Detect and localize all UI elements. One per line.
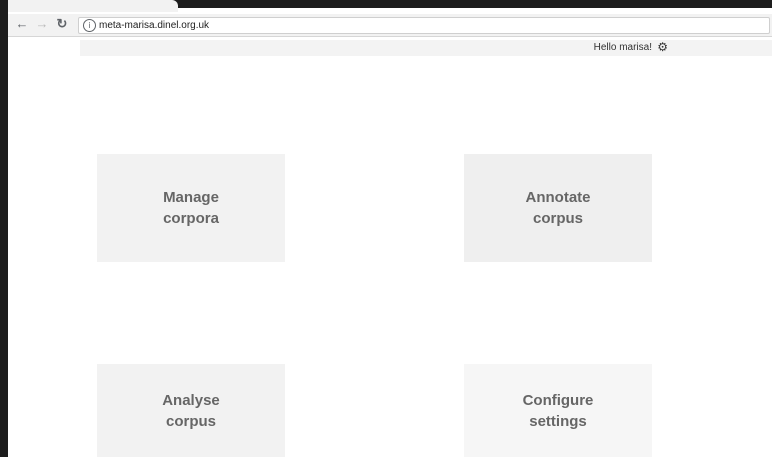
address-bar-url[interactable]: meta-marisa.dinel.org.uk: [99, 19, 209, 32]
tile-label-line1: Annotate: [525, 189, 591, 206]
app-header: Hello marisa! ⚙: [80, 40, 772, 56]
annotate-corpus-tile[interactable]: Annotate corpus: [464, 154, 652, 262]
tile-label-line2: corpora: [163, 210, 219, 227]
tile-label-line2: settings: [529, 412, 587, 430]
tile-label-line2: corpus: [532, 210, 583, 227]
app-window: ← → ↻ i meta-marisa.dinel.org.uk Hello m…: [0, 0, 772, 457]
address-bar[interactable]: i meta-marisa.dinel.org.uk: [78, 17, 770, 34]
tile-label-line1: Configure: [522, 391, 594, 409]
manage-corpora-tile[interactable]: Manage corpora: [97, 154, 285, 262]
browser-toolbar: ← → ↻ i meta-marisa.dinel.org.uk: [8, 14, 772, 37]
user-greeting: Hello marisa!: [593, 42, 652, 53]
gear-icon[interactable]: ⚙: [657, 41, 668, 54]
tile-label-line2: corpus: [165, 412, 216, 430]
configure-settings-tile[interactable]: Configure settings: [464, 364, 652, 457]
browser-tab-strip: [0, 0, 772, 14]
tile-label-line1: Analyse: [162, 391, 220, 409]
reload-icon[interactable]: ↻: [54, 16, 70, 32]
window-left-border: [0, 0, 8, 457]
tile-label-line1: Manage: [163, 189, 219, 206]
arrow-left-icon[interactable]: ←: [14, 16, 30, 32]
arrow-right-icon[interactable]: →: [34, 16, 50, 32]
browser-tab[interactable]: [0, 0, 178, 12]
info-icon[interactable]: i: [83, 19, 96, 32]
analyse-corpus-tile[interactable]: Analyse corpus: [97, 364, 285, 457]
